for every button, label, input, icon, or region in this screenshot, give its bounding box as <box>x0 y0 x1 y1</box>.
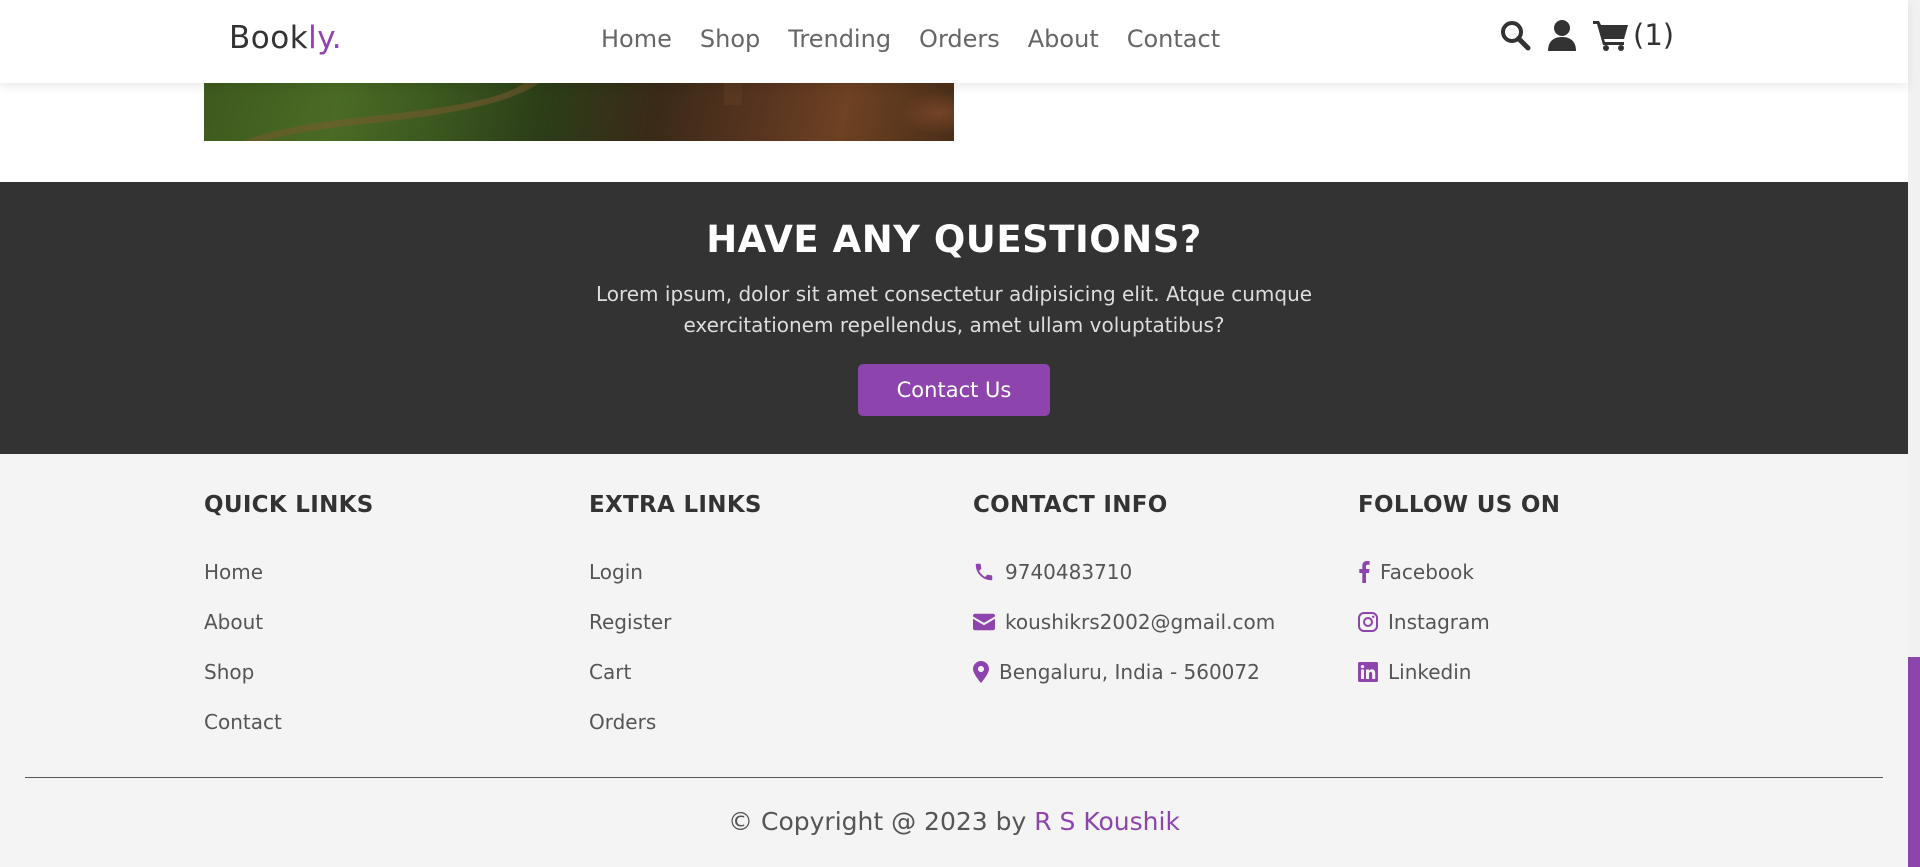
instagram-icon <box>1358 612 1378 632</box>
contact-info-title: CONTACT INFO <box>973 492 1168 518</box>
footer-link-contact[interactable]: Contact <box>204 697 374 747</box>
copyright-text: © Copyright @ 2023 by <box>728 807 1027 836</box>
questions-section: HAVE ANY QUESTIONS? Lorem ipsum, dolor s… <box>0 182 1908 454</box>
banner-image <box>204 83 954 141</box>
envelope-icon <box>973 613 995 631</box>
questions-text: Lorem ipsum, dolor sit amet consectetur … <box>595 282 1313 337</box>
contact-email: koushikrs2002@gmail.com <box>973 597 1275 647</box>
contact-info-column: CONTACT INFO 9740483710 koushikrs2002@gm… <box>973 492 1275 697</box>
scrollbar-thumb[interactable] <box>1908 657 1920 867</box>
phone-icon <box>975 563 993 581</box>
footer-link-register[interactable]: Register <box>589 597 762 647</box>
contact-email-text: koushikrs2002@gmail.com <box>1005 610 1276 634</box>
extra-links-title: EXTRA LINKS <box>589 492 762 518</box>
main-nav: Home Shop Trending Orders About Contact <box>601 25 1220 53</box>
copyright: © Copyright @ 2023 by R S Koushik <box>0 807 1908 836</box>
contact-address-text: Bengaluru, India - 560072 <box>999 660 1260 684</box>
logo[interactable]: Bookly. <box>229 20 342 56</box>
nav-shop[interactable]: Shop <box>700 25 760 53</box>
page-scrollbar[interactable] <box>1908 0 1920 867</box>
footer-link-home[interactable]: Home <box>204 547 374 597</box>
footer-link-about[interactable]: About <box>204 597 374 647</box>
nav-orders[interactable]: Orders <box>919 25 1000 53</box>
copyright-author[interactable]: R S Koushik <box>1034 807 1180 836</box>
logo-main: Book <box>229 20 309 56</box>
nav-trending[interactable]: Trending <box>788 25 891 53</box>
nav-home[interactable]: Home <box>601 25 672 53</box>
map-marker-icon <box>973 661 989 683</box>
social-link-instagram[interactable]: Instagram <box>1358 597 1560 647</box>
follow-us-column: FOLLOW US ON Facebook Instagram Linkedin <box>1358 492 1560 697</box>
social-link-linkedin[interactable]: Linkedin <box>1358 647 1560 697</box>
social-label-instagram: Instagram <box>1388 610 1490 634</box>
cart-button[interactable]: (1) <box>1593 18 1674 52</box>
quick-links-column: QUICK LINKS Home About Shop Contact <box>204 492 374 747</box>
facebook-icon <box>1359 561 1370 583</box>
logo-accent: ly. <box>308 20 343 56</box>
contact-phone-text: 9740483710 <box>1005 560 1133 584</box>
contact-us-button[interactable]: Contact Us <box>858 364 1050 416</box>
nav-about[interactable]: About <box>1028 25 1099 53</box>
user-icon[interactable] <box>1547 19 1577 51</box>
social-label-linkedin: Linkedin <box>1388 660 1472 684</box>
social-label-facebook: Facebook <box>1380 560 1474 584</box>
footer-link-login[interactable]: Login <box>589 547 762 597</box>
questions-title: HAVE ANY QUESTIONS? <box>706 218 1202 261</box>
social-link-facebook[interactable]: Facebook <box>1358 547 1560 597</box>
cart-count: (1) <box>1633 18 1675 52</box>
search-icon[interactable] <box>1499 19 1531 51</box>
linkedin-icon <box>1358 662 1378 682</box>
cart-icon <box>1593 21 1628 51</box>
quick-links-title: QUICK LINKS <box>204 492 374 518</box>
footer-link-shop[interactable]: Shop <box>204 647 374 697</box>
contact-address: Bengaluru, India - 560072 <box>973 647 1275 697</box>
header-icons: (1) <box>1499 18 1674 52</box>
footer-divider <box>25 777 1883 778</box>
footer-link-cart[interactable]: Cart <box>589 647 762 697</box>
extra-links-column: EXTRA LINKS Login Register Cart Orders <box>589 492 762 747</box>
site-footer: QUICK LINKS Home About Shop Contact EXTR… <box>0 454 1908 867</box>
follow-us-title: FOLLOW US ON <box>1358 492 1561 518</box>
contact-phone: 9740483710 <box>973 547 1275 597</box>
nav-contact[interactable]: Contact <box>1127 25 1220 53</box>
footer-link-orders[interactable]: Orders <box>589 697 762 747</box>
site-header: Bookly. Home Shop Trending Orders About … <box>0 0 1908 83</box>
